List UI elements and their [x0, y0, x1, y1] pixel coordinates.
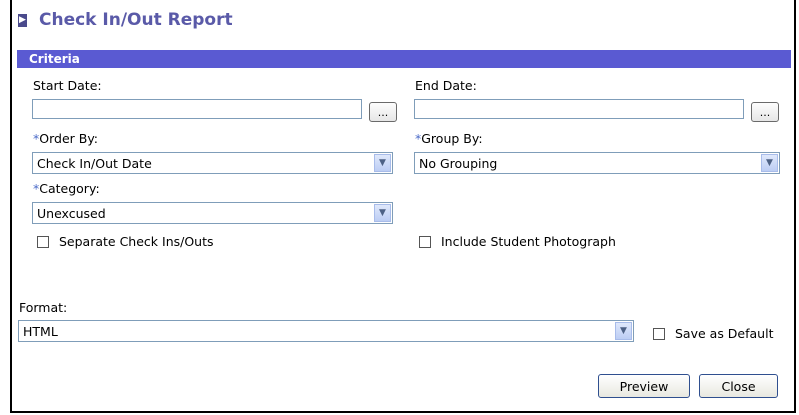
order-by-select[interactable]: Check In/Out Date ▼: [32, 152, 393, 174]
start-date-input[interactable]: [32, 99, 362, 119]
include-student-photograph-option[interactable]: Include Student Photograph: [419, 234, 616, 249]
end-date-picker-button[interactable]: ...: [751, 102, 779, 122]
chevron-down-icon[interactable]: ▼: [615, 322, 632, 340]
separate-check-ins-outs-label: Separate Check Ins/Outs: [59, 234, 214, 249]
order-by-label: *Order By:: [33, 131, 99, 146]
close-button[interactable]: Close: [699, 374, 778, 398]
start-date-picker-button[interactable]: ...: [369, 102, 397, 122]
save-as-default-label: Save as Default: [675, 326, 774, 341]
save-as-default-checkbox[interactable]: [653, 327, 665, 340]
category-label: *Category:: [33, 181, 100, 196]
group-by-label: *Group By:: [415, 131, 483, 146]
expand-arrow-icon[interactable]: ▶: [18, 13, 27, 27]
end-date-input[interactable]: [414, 99, 744, 119]
save-as-default-option[interactable]: Save as Default: [653, 326, 773, 341]
include-student-photograph-label: Include Student Photograph: [441, 234, 616, 249]
separate-check-ins-outs-checkbox[interactable]: [37, 235, 49, 248]
criteria-section-header: Criteria: [17, 50, 791, 68]
end-date-label: End Date:: [415, 78, 477, 93]
page-title: Check In/Out Report: [39, 10, 233, 30]
report-header: ▶ Check In/Out Report: [12, 4, 794, 36]
separate-check-ins-outs-option[interactable]: Separate Check Ins/Outs: [37, 234, 214, 249]
chevron-down-icon[interactable]: ▼: [374, 204, 391, 222]
criteria-label: Criteria: [29, 52, 80, 66]
format-select[interactable]: HTML ▼: [18, 320, 634, 342]
category-select[interactable]: Unexcused ▼: [32, 202, 393, 224]
chevron-down-icon[interactable]: ▼: [761, 154, 778, 172]
format-label: Format:: [19, 300, 68, 315]
group-by-select[interactable]: No Grouping ▼: [414, 152, 780, 174]
include-student-photograph-checkbox[interactable]: [419, 235, 431, 248]
chevron-down-icon[interactable]: ▼: [374, 154, 391, 172]
preview-button[interactable]: Preview: [598, 374, 690, 398]
start-date-label: Start Date:: [33, 78, 102, 93]
